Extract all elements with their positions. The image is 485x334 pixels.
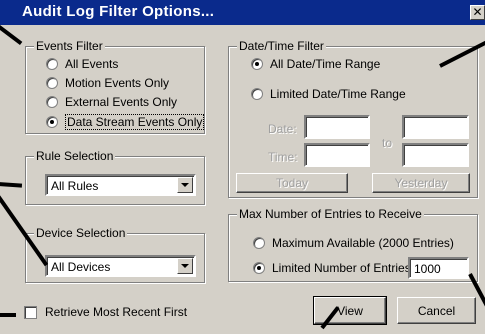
max-entries-legend: Max Number of Entries to Receive [237,207,424,221]
radio-indicator [46,58,58,70]
checkbox-label: Retrieve Most Recent First [45,305,188,319]
radio-indicator [46,77,58,89]
radio-label: Limited Number of Entries: [272,261,415,275]
today-button[interactable]: Today [236,173,348,193]
radio-label: All Events [65,57,119,71]
radio-data-stream-events[interactable]: Data Stream Events Only [46,114,205,130]
chevron-down-icon[interactable] [177,258,193,274]
radio-indicator [46,96,58,108]
close-button[interactable]: ✕ [470,5,485,20]
radio-label: Data Stream Events Only [65,114,205,130]
time-label: Time: [268,150,298,164]
radio-maximum-available[interactable]: Maximum Available (2000 Entries) [253,236,454,250]
rule-selection-legend: Rule Selection [34,149,116,163]
start-date-field[interactable] [304,115,370,139]
checkbox-indicator [24,305,37,319]
radio-limited-entries[interactable]: Limited Number of Entries: [253,261,414,275]
device-select[interactable]: All Devices [45,255,196,277]
radio-indicator [251,88,263,100]
dialog-title: Audit Log Filter Options... [22,3,215,20]
events-filter-legend: Events Filter [34,39,105,53]
title-bar[interactable]: Audit Log Filter Options... ✕ [0,0,485,25]
radio-label: Maximum Available (2000 Entries) [272,236,454,250]
radio-all-events[interactable]: All Events [46,57,118,71]
radio-label: Limited Date/Time Range [270,87,406,101]
rule-selection-group: Rule Selection All Rules [25,149,205,205]
view-button-label: View [337,303,363,318]
end-date-field[interactable] [402,115,469,139]
end-time-field[interactable] [402,143,469,167]
entries-limit-value: 1000 [414,262,441,276]
yesterday-button[interactable]: Yesterday [372,173,470,193]
cancel-button[interactable]: Cancel [397,297,476,324]
device-select-value: All Devices [51,260,111,274]
events-filter-group: Events Filter All Events Motion Events O… [25,39,205,134]
callout-line-rule-selection [0,182,23,188]
chevron-down-icon[interactable] [177,177,193,193]
retrieve-recent-checkbox[interactable]: Retrieve Most Recent First [24,305,187,319]
device-selection-group: Device Selection All Devices [25,226,205,283]
close-icon: ✕ [472,5,483,19]
start-time-field[interactable] [304,143,370,167]
radio-indicator [253,237,265,249]
datetime-filter-group: Date/Time Filter All Date/Time Range Lim… [228,39,478,198]
today-button-label: Today [275,176,309,190]
radio-external-events[interactable]: External Events Only [46,95,177,109]
callout-line-retrieve-recent [0,313,16,317]
radio-motion-events[interactable]: Motion Events Only [46,76,169,90]
radio-indicator [46,116,58,128]
radio-label: External Events Only [65,95,178,109]
to-label: to [382,136,393,150]
radio-limited-datetime[interactable]: Limited Date/Time Range [251,87,406,101]
yesterday-button-label: Yesterday [394,176,448,190]
datetime-filter-legend: Date/Time Filter [237,39,326,53]
radio-label: All Date/Time Range [270,57,381,71]
audit-log-filter-dialog: Audit Log Filter Options... ✕ Events Fil… [0,0,485,334]
entries-limit-input[interactable]: 1000 [408,257,469,279]
radio-all-datetime[interactable]: All Date/Time Range [251,57,380,71]
radio-indicator [251,58,263,70]
device-selection-legend: Device Selection [34,226,128,240]
date-label: Date: [268,122,297,136]
cancel-button-label: Cancel [417,303,456,318]
radio-label: Motion Events Only [65,76,170,90]
rule-select-value: All Rules [51,179,99,193]
max-entries-group: Max Number of Entries to Receive Maximum… [228,207,478,282]
radio-indicator [253,262,265,274]
rule-select[interactable]: All Rules [45,174,196,196]
